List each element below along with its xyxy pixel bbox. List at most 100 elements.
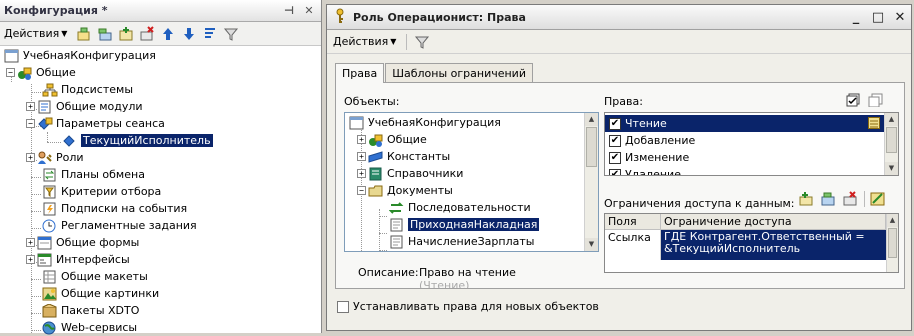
rights-scrollbar[interactable]: ▲ ▼ — [884, 113, 898, 175]
minimize-button[interactable]: _ — [845, 10, 867, 25]
subsystems-icon — [42, 83, 58, 97]
expand-icon[interactable]: + — [26, 153, 35, 162]
tree-item-interfaces[interactable]: + Интерфейсы — [26, 251, 130, 268]
constructor-icon[interactable] — [870, 191, 886, 210]
delete-restriction-icon[interactable] — [842, 191, 858, 210]
copy-restriction-icon[interactable] — [820, 191, 836, 210]
checkbox-edit[interactable]: ✔ — [609, 151, 621, 164]
checkbox-read[interactable]: ✔ — [609, 117, 621, 130]
tab-rights[interactable]: Права — [335, 63, 385, 83]
collapse-icon[interactable]: − — [6, 68, 15, 77]
tree-item-exchange-plans[interactable]: Планы обмена — [42, 166, 145, 183]
new-objects-option[interactable]: Устанавливать права для новых объектов — [337, 298, 599, 315]
grid-header-restriction[interactable]: Ограничение доступа — [661, 214, 886, 230]
actions-menu[interactable]: Действия ▼ — [4, 27, 67, 40]
objects-item-incoming-invoice[interactable]: ПриходнаяНакладная — [389, 216, 540, 233]
objects-item-documents[interactable]: − Документы — [357, 182, 453, 199]
objects-item-root[interactable]: УчебнаяКонфигурация — [349, 114, 501, 131]
objects-item-common[interactable]: + Общие — [357, 131, 427, 148]
checkbox-new-objects[interactable] — [337, 300, 349, 313]
filter-icon[interactable] — [413, 33, 430, 50]
objects-item-sequences[interactable]: Последовательности — [389, 199, 531, 216]
right-edit[interactable]: ✔ Изменение — [609, 149, 689, 166]
objects-item-catalogs[interactable]: + Справочники — [357, 165, 463, 182]
tree-item-event-subscriptions[interactable]: Подписки на события — [42, 200, 187, 217]
scroll-thumb[interactable] — [886, 127, 897, 153]
tree-item-common-templates[interactable]: Общие макеты — [42, 268, 148, 285]
grid-cell-restriction[interactable]: ГДЕ Контрагент.Ответственный = &ТекущийИ… — [661, 230, 886, 260]
expand-icon[interactable]: + — [357, 169, 366, 178]
tree-item-common-forms[interactable]: + Общие формы — [26, 234, 139, 251]
expand-icon[interactable]: + — [26, 238, 35, 247]
tree-item-filter-criteria[interactable]: Критерии отбора — [42, 183, 161, 200]
delete-icon[interactable] — [138, 25, 155, 42]
move-up-icon[interactable] — [159, 25, 176, 42]
objects-tree[interactable]: УчебнаяКонфигурация + Общие + Константы … — [344, 112, 599, 252]
restrictions-grid[interactable]: Поля Ограничение доступа Ссылка ГДЕ Конт… — [604, 213, 899, 273]
scroll-thumb[interactable] — [888, 228, 897, 258]
actions-menu[interactable]: Действия ▼ — [333, 35, 396, 48]
templates-icon — [42, 270, 58, 284]
scroll-up-icon[interactable]: ▲ — [885, 113, 898, 126]
forms-icon — [37, 236, 53, 250]
tree-item-web-services[interactable]: Web-сервисы — [42, 319, 137, 336]
add-icon[interactable] — [75, 25, 92, 42]
scroll-up-icon[interactable]: ▲ — [585, 113, 598, 126]
expand-icon[interactable]: + — [357, 152, 366, 161]
tree-item-scheduled-jobs[interactable]: Регламентные задания — [42, 217, 197, 234]
uncheck-all-icon[interactable] — [868, 93, 884, 110]
move-down-icon[interactable] — [180, 25, 197, 42]
tree-item-xdto-packages[interactable]: Пакеты XDTO — [42, 302, 139, 319]
window-title: Роль Операционист: Права — [353, 10, 526, 24]
collapse-icon[interactable]: − — [26, 119, 35, 128]
objects-item-payroll[interactable]: НачислениеЗарплаты — [389, 233, 534, 250]
tree-item-root[interactable]: УчебнаяКонфигурация — [4, 47, 156, 64]
catalogs-icon — [368, 167, 384, 181]
checkbox-delete[interactable]: ✔ — [609, 168, 621, 175]
restrictions-scrollbar[interactable]: ▲ — [886, 214, 898, 272]
add-child-icon[interactable] — [96, 25, 113, 42]
expand-icon[interactable]: + — [26, 102, 35, 111]
pin-icon[interactable]: ⊣ — [281, 4, 297, 17]
maximize-button[interactable]: □ — [867, 10, 889, 25]
properties-icon[interactable] — [868, 117, 880, 132]
scroll-thumb[interactable] — [586, 127, 597, 167]
document-icon — [389, 218, 405, 232]
add-restriction-icon[interactable] — [798, 191, 814, 210]
tree-item-roles[interactable]: + Роли — [26, 149, 84, 166]
add-group-icon[interactable] — [117, 25, 134, 42]
check-all-icon[interactable] — [846, 93, 862, 110]
rights-list[interactable]: ✔ Чтение ✔ Добавление ✔ Изменение ✔ Удал… — [604, 112, 899, 176]
tree-item-common[interactable]: − Общие — [6, 64, 76, 81]
chevron-down-icon: ▼ — [390, 37, 397, 46]
grid-cell-field[interactable]: Ссылка — [605, 230, 661, 260]
objects-item-constants[interactable]: + Константы — [357, 148, 450, 165]
right-add[interactable]: ✔ Добавление — [609, 132, 695, 149]
scroll-up-icon[interactable]: ▲ — [887, 214, 898, 227]
close-button[interactable]: ✕ — [889, 10, 911, 25]
documents-icon — [368, 184, 384, 198]
checkbox-add[interactable]: ✔ — [609, 134, 621, 147]
tree-item-label: Параметры сеанса — [56, 117, 165, 130]
close-icon[interactable]: ✕ — [301, 4, 317, 17]
tree-item-common-modules[interactable]: + Общие модули — [26, 98, 143, 115]
tree-item-common-pictures[interactable]: Общие картинки — [42, 285, 159, 302]
right-delete[interactable]: ✔ Удаление — [609, 166, 681, 175]
tab-restriction-templates[interactable]: Шаблоны ограничений — [385, 63, 533, 83]
expand-icon[interactable]: + — [357, 135, 366, 144]
tree-item-current-executor[interactable]: ТекущийИсполнитель — [62, 132, 213, 149]
scroll-down-icon[interactable]: ▼ — [585, 238, 598, 251]
tree-item-label: Общие формы — [56, 236, 140, 249]
configuration-tree: УчебнаяКонфигурация − Общие Подсистемы +… — [0, 46, 321, 336]
grid-header-fields[interactable]: Поля — [605, 214, 661, 230]
collapse-icon[interactable]: − — [357, 186, 366, 195]
configuration-panel: Конфигурация * ⊣ ✕ Действия ▼ УчебнаяКон… — [0, 0, 322, 336]
filter-icon[interactable] — [222, 25, 239, 42]
tree-item-session-params[interactable]: − Параметры сеанса — [26, 115, 165, 132]
expand-icon[interactable]: + — [26, 255, 35, 264]
sort-icon[interactable] — [201, 25, 218, 42]
scroll-down-icon[interactable]: ▼ — [885, 162, 898, 175]
tree-item-subsystems[interactable]: Подсистемы — [42, 81, 133, 98]
right-read[interactable]: ✔ Чтение — [605, 115, 884, 132]
objects-scrollbar[interactable]: ▲ ▼ — [584, 113, 598, 251]
